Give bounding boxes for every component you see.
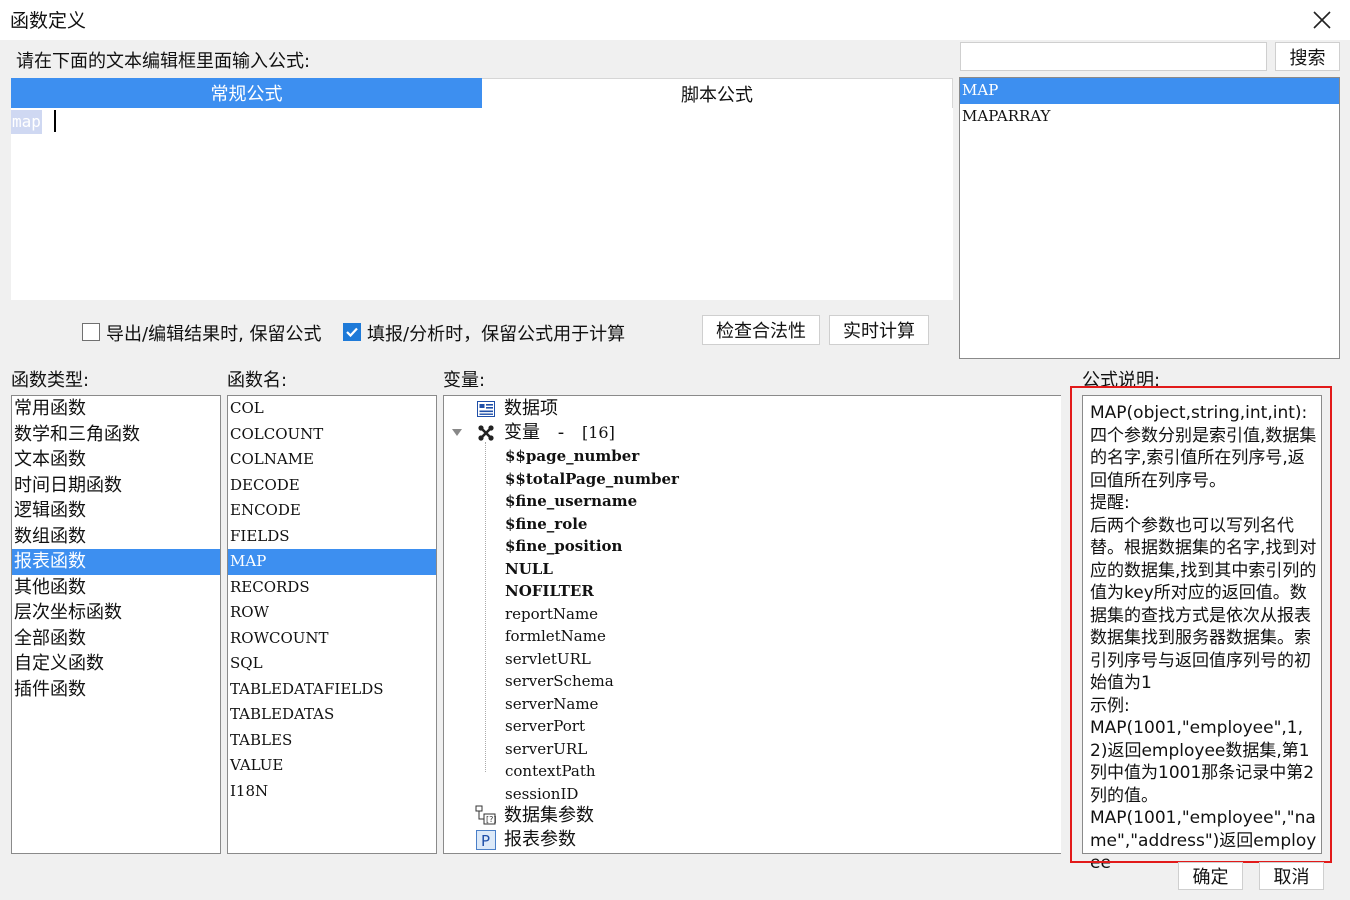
realtime-calc-button[interactable]: 实时计算 xyxy=(829,315,929,345)
list-item[interactable]: 报表函数 xyxy=(12,549,220,575)
tree-item-var[interactable]: NULL xyxy=(505,558,553,580)
keep-formula-export-label: 导出/编辑结果时, 保留公式 xyxy=(106,324,322,345)
tree-item-var[interactable]: servletURL xyxy=(505,648,591,670)
ok-button[interactable]: 确定 xyxy=(1178,862,1243,890)
list-item[interactable]: DECODE xyxy=(228,473,436,499)
list-item[interactable]: TABLES xyxy=(228,728,436,754)
tree-item-var[interactable]: NOFILTER xyxy=(505,580,594,602)
formula-editor-text: map xyxy=(11,110,42,134)
tree-item-data-item[interactable]: 数据项 xyxy=(504,398,558,420)
variable-label: 变量: xyxy=(443,370,486,391)
list-item[interactable]: 数组函数 xyxy=(12,524,220,550)
tree-item-variables-dash: - xyxy=(557,422,565,443)
cancel-button[interactable]: 取消 xyxy=(1259,862,1324,890)
svg-text:[?]: [?] xyxy=(486,815,497,824)
dataset-param-icon: [?] xyxy=(475,805,497,825)
tree-item-var[interactable]: $fine_role xyxy=(505,513,587,535)
tree-item-var[interactable]: serverPort xyxy=(505,715,585,737)
tree-item-dataset-params[interactable]: 数据集参数 xyxy=(504,805,594,827)
keep-formula-fill-label: 填报/分析时，保留公式用于计算 xyxy=(367,324,626,345)
close-button[interactable] xyxy=(1302,4,1342,36)
list-item[interactable]: MAPARRAY xyxy=(960,104,1339,130)
list-item[interactable]: 数学和三角函数 xyxy=(12,422,220,448)
keep-formula-fill-checkbox[interactable] xyxy=(343,323,361,341)
list-item[interactable]: ENCODE xyxy=(228,498,436,524)
tree-item-variables-count: [16] xyxy=(581,423,615,442)
list-item[interactable]: COLNAME xyxy=(228,447,436,473)
window-title: 函数定义 xyxy=(10,10,87,32)
tree-item-var[interactable]: contextPath xyxy=(505,760,596,782)
title-bar: 函数定义 xyxy=(0,0,1350,40)
variable-tree[interactable]: 数据项 变量 - [16] $$page_number $$totalPage_… xyxy=(443,395,1071,854)
search-result-list[interactable]: MAP MAPARRAY xyxy=(959,77,1340,359)
highlight-frame xyxy=(1070,386,1332,863)
list-item[interactable]: 其他函数 xyxy=(12,575,220,601)
list-item[interactable]: RECORDS xyxy=(228,575,436,601)
function-name-label: 函数名: xyxy=(227,370,288,391)
search-input[interactable] xyxy=(960,42,1267,71)
keep-formula-export-checkbox[interactable] xyxy=(82,323,100,341)
tree-guide-line xyxy=(485,442,486,772)
collapse-arrow-icon[interactable] xyxy=(452,429,462,437)
formula-prompt: 请在下面的文本编辑框里面输入公式: xyxy=(16,51,311,72)
tree-item-var[interactable]: $fine_position xyxy=(505,535,622,557)
list-item[interactable]: 文本函数 xyxy=(12,447,220,473)
tree-item-variables-label: 变量 xyxy=(504,422,540,443)
function-type-list[interactable]: 常用函数 数学和三角函数 文本函数 时间日期函数 逻辑函数 数组函数 报表函数 … xyxy=(11,395,221,854)
variable-tree-scrollbar[interactable] xyxy=(1061,395,1070,854)
tree-item-var[interactable]: serverSchema xyxy=(505,670,614,692)
svg-text:P: P xyxy=(481,832,490,850)
tree-item-var[interactable]: serverURL xyxy=(505,738,587,760)
tree-item-var[interactable]: serverName xyxy=(505,693,598,715)
list-item[interactable]: COL xyxy=(228,396,436,422)
function-type-label: 函数类型: xyxy=(11,370,90,391)
list-item[interactable]: 常用函数 xyxy=(12,396,220,422)
list-item[interactable]: VALUE xyxy=(228,753,436,779)
list-item[interactable]: MAP xyxy=(228,549,436,575)
search-button[interactable]: 搜索 xyxy=(1275,42,1340,71)
formula-editor[interactable]: map xyxy=(11,108,953,300)
check-icon xyxy=(346,327,358,338)
tree-item-variables[interactable]: 变量 - [16] xyxy=(504,422,615,444)
list-item[interactable]: ROWCOUNT xyxy=(228,626,436,652)
list-item[interactable]: 逻辑函数 xyxy=(12,498,220,524)
list-item[interactable]: 插件函数 xyxy=(12,677,220,703)
tree-item-var[interactable]: $$page_number xyxy=(505,445,639,467)
list-item[interactable]: 层次坐标函数 xyxy=(12,600,220,626)
tab-regular-formula[interactable]: 常规公式 xyxy=(11,78,482,108)
tree-item-var[interactable]: $fine_username xyxy=(505,490,637,512)
check-validity-button[interactable]: 检查合法性 xyxy=(702,315,820,345)
list-item[interactable]: MAP xyxy=(960,78,1339,104)
tab-script-formula[interactable]: 脚本公式 xyxy=(482,78,953,108)
report-param-icon: P xyxy=(476,830,496,850)
list-item[interactable]: TABLEDATAFIELDS xyxy=(228,677,436,703)
list-item[interactable]: FIELDS xyxy=(228,524,436,550)
tree-item-report-params[interactable]: 报表参数 xyxy=(504,829,576,851)
list-item[interactable]: I18N xyxy=(228,779,436,805)
list-item[interactable]: 时间日期函数 xyxy=(12,473,220,499)
list-item[interactable]: SQL xyxy=(228,651,436,677)
list-item[interactable]: 全部函数 xyxy=(12,626,220,652)
data-item-icon xyxy=(477,401,495,417)
list-item[interactable]: 自定义函数 xyxy=(12,651,220,677)
text-caret xyxy=(54,110,56,132)
tree-item-var[interactable]: sessionID xyxy=(505,783,578,805)
tree-item-var[interactable]: formletName xyxy=(505,625,606,647)
function-name-list[interactable]: COL COLCOUNT COLNAME DECODE ENCODE FIELD… xyxy=(227,395,437,854)
variable-icon xyxy=(478,425,494,441)
list-item[interactable]: ROW xyxy=(228,600,436,626)
list-item[interactable]: TABLEDATAS xyxy=(228,702,436,728)
tree-item-var[interactable]: reportName xyxy=(505,603,598,625)
close-icon[interactable] xyxy=(1313,11,1331,29)
list-item[interactable]: COLCOUNT xyxy=(228,422,436,448)
tree-item-var[interactable]: $$totalPage_number xyxy=(505,468,679,490)
